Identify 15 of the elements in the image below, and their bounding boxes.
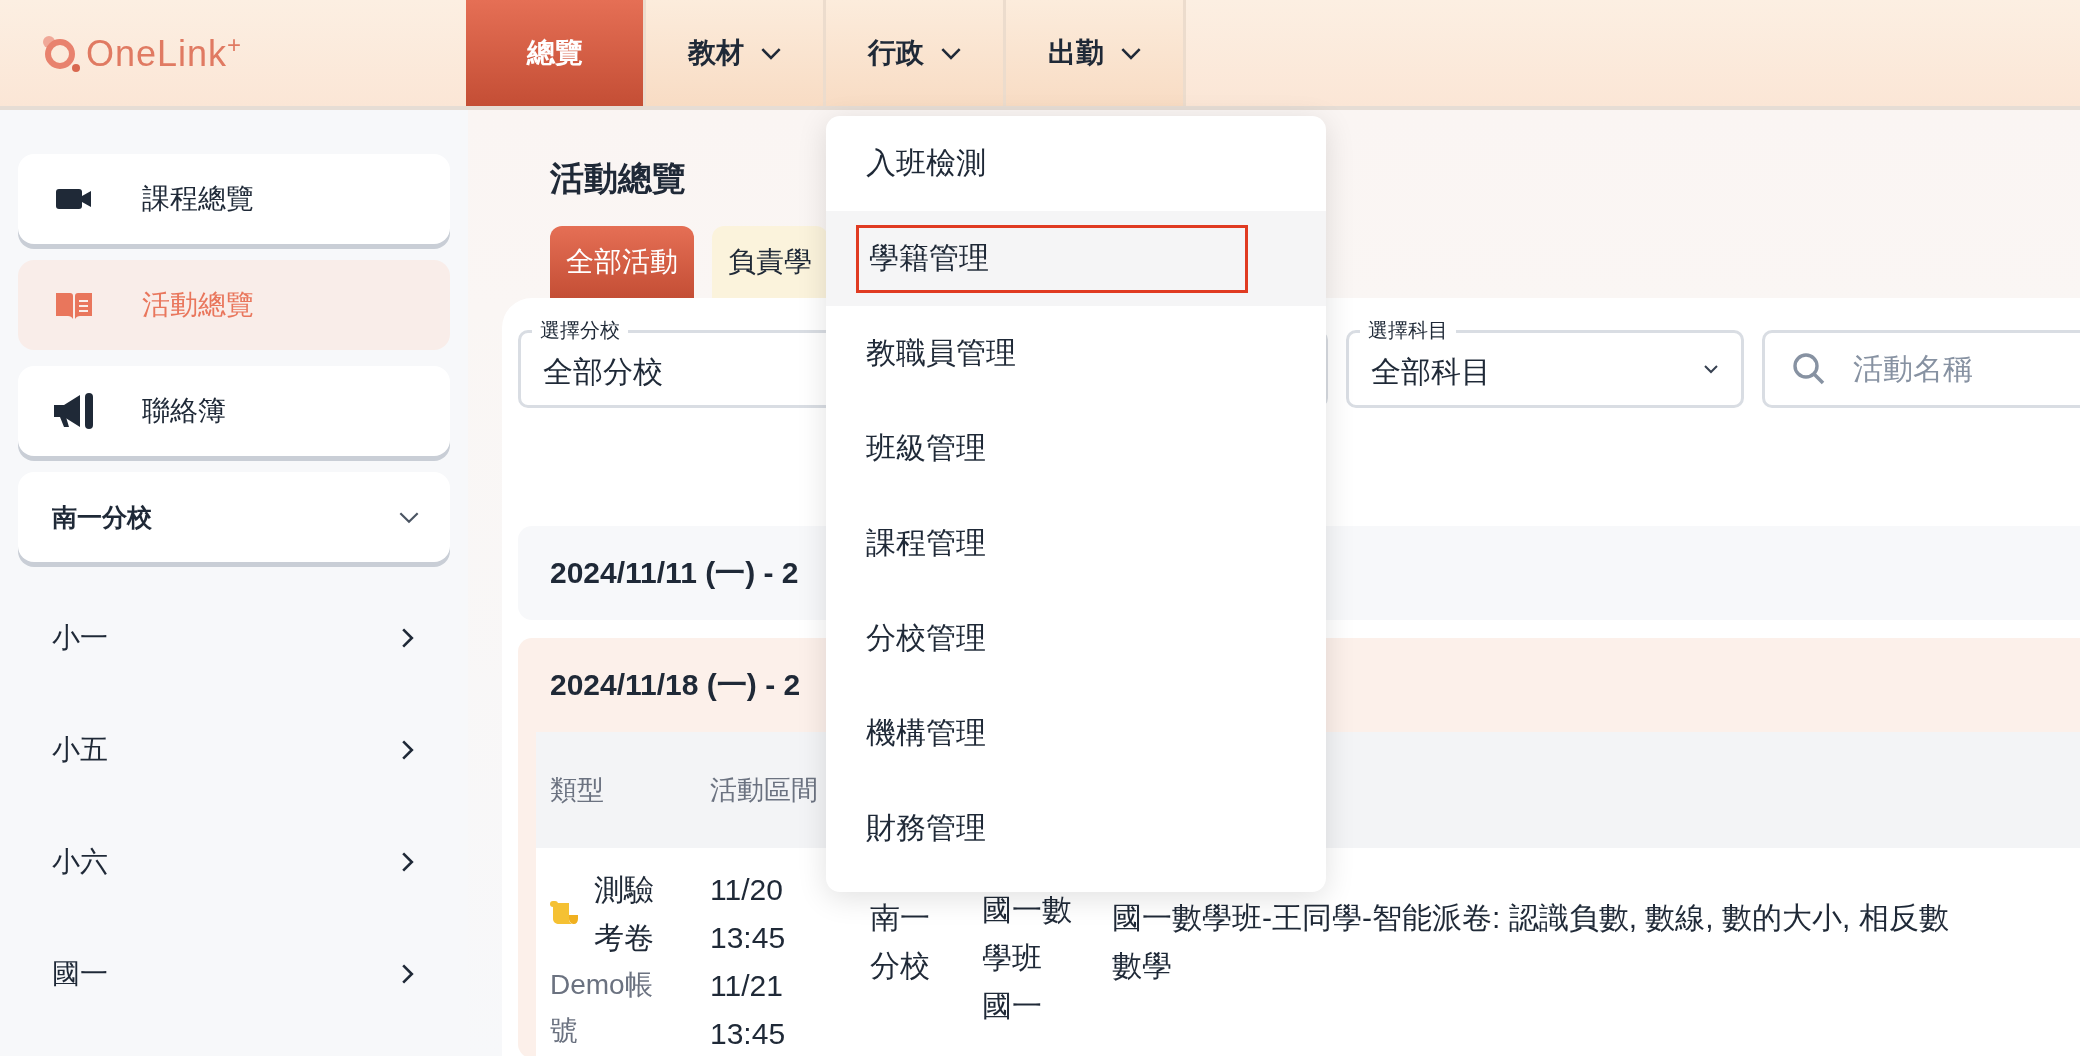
grade-name: 國一 — [982, 988, 1043, 1024]
activity-type: 測驗考卷 — [594, 872, 655, 956]
column-header: 活動區間 — [710, 774, 819, 807]
start-time: 11/20 13:45 — [710, 872, 787, 956]
week-label: 2024/11/18 (一) - 2 — [550, 666, 801, 703]
week-label: 2024/11/11 (一) - 2 — [550, 554, 799, 591]
page-title: 活動總覽 — [550, 158, 686, 199]
owner-name: Demo帳號 — [550, 968, 654, 1048]
brand-name: OneLink$^{+}$ — [86, 31, 243, 75]
class-name: 國一數學班 — [982, 892, 1072, 976]
activity-name: 國一數學班-王同學-智能派卷: 認識負數, 數線, 數的大小, 相反數 — [1112, 900, 1949, 936]
subject-name: 數學 — [1112, 948, 1173, 984]
end-time: 11/21 13:45 — [710, 968, 787, 1052]
column-header: 類型 — [550, 774, 605, 807]
branch-name: 南一分校 — [870, 900, 931, 984]
